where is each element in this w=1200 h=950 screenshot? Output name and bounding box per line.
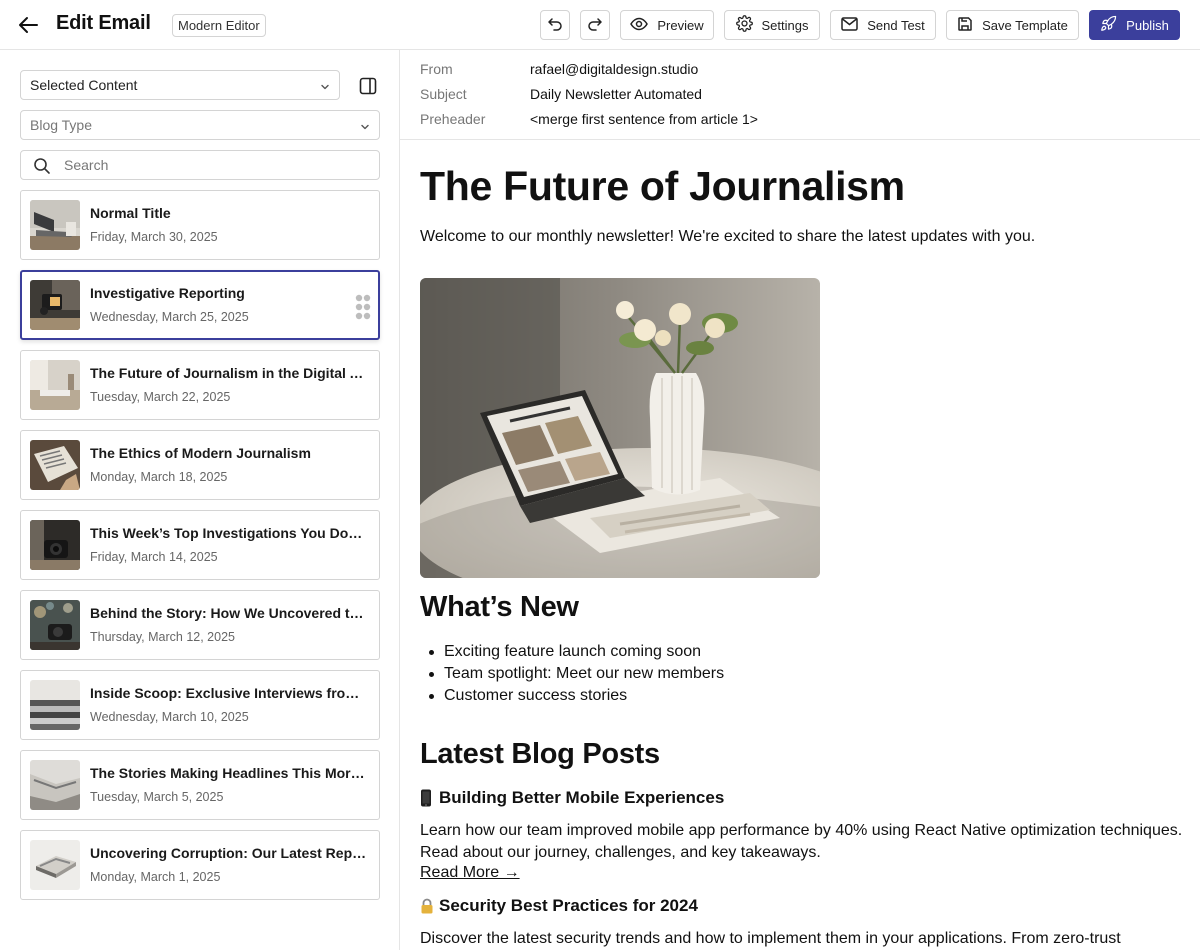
chevron-down-icon: [359, 120, 371, 136]
save-template-label: Save Template: [982, 17, 1068, 33]
eye-icon: [630, 17, 649, 34]
from-label: From: [420, 61, 453, 77]
desk-thumbnail: [30, 360, 80, 410]
camera-thumbnail: [30, 520, 80, 570]
magazines-thumbnail: [30, 680, 80, 730]
list-item[interactable]: The Future of Journalism in the Digital …: [20, 350, 380, 420]
save-template-button[interactable]: Save Template: [946, 10, 1079, 40]
book-thumbnail: [30, 840, 80, 890]
post-title-text: Building Better Mobile Experiences: [439, 788, 725, 807]
list-item[interactable]: Customer success stories: [420, 685, 724, 707]
preheader-label: Preheader: [420, 111, 486, 127]
list-item[interactable]: The Stories Making Headlines This Mornin…: [20, 750, 380, 820]
redo-button[interactable]: [580, 10, 610, 40]
lock-icon: [420, 898, 434, 914]
editor-badge: Modern Editor: [172, 14, 266, 37]
post-title-text: Security Best Practices for 2024: [439, 896, 698, 915]
camera-bokeh-thumbnail: [30, 600, 80, 650]
settings-button[interactable]: Settings: [724, 10, 820, 40]
email-heading[interactable]: The Future of Journalism: [420, 163, 905, 210]
subject-value[interactable]: Daily Newsletter Automated: [530, 86, 1130, 102]
list-item-title: Behind the Story: How We Uncovered the T…: [90, 605, 368, 621]
search-icon: [33, 157, 51, 180]
list-item[interactable]: Team spotlight: Meet our new members: [420, 663, 724, 685]
chevron-down-icon: [319, 80, 331, 96]
preheader-value[interactable]: <merge first sentence from article 1>: [530, 111, 1130, 127]
whats-new-list: Exciting feature launch coming soon Team…: [420, 641, 724, 707]
list-item-title: Inside Scoop: Exclusive Interviews from …: [90, 685, 368, 701]
list-item[interactable]: Inside Scoop: Exclusive Interviews from …: [20, 670, 380, 740]
content-select[interactable]: Selected Content: [20, 70, 340, 100]
list-item-title: The Stories Making Headlines This Mornin…: [90, 765, 368, 781]
preview-label: Preview: [657, 17, 704, 33]
laptop-thumbnail: [30, 200, 80, 250]
list-item-title: Uncovering Corruption: Our Latest Report: [90, 845, 368, 861]
content-sidebar: Selected Content Blog Type Normal Title …: [0, 50, 400, 950]
list-item-selected[interactable]: Investigative Reporting Wednesday, March…: [20, 270, 380, 340]
open-magazine-thumbnail: [30, 760, 80, 810]
list-item-title: The Future of Journalism in the Digital …: [90, 365, 368, 381]
undo-button[interactable]: [540, 10, 570, 40]
list-item-date: Tuesday, March 5, 2025: [90, 790, 224, 804]
from-value[interactable]: rafael@digitaldesign.studio: [530, 61, 1130, 77]
panel-toggle-icon[interactable]: [355, 75, 381, 97]
latest-blog-posts-heading[interactable]: Latest Blog Posts: [420, 738, 660, 771]
list-item-title: Investigative Reporting: [90, 285, 245, 301]
post-body[interactable]: Learn how our team improved mobile app p…: [420, 820, 1190, 864]
list-item-date: Wednesday, March 10, 2025: [90, 710, 249, 724]
list-item-title: The Ethics of Modern Journalism: [90, 445, 311, 461]
page-title: Edit Email: [56, 12, 151, 34]
list-item[interactable]: The Ethics of Modern Journalism Monday, …: [20, 430, 380, 500]
send-test-label: Send Test: [867, 17, 925, 33]
email-meta: From rafael@digitaldesign.studio Subject…: [400, 50, 1200, 140]
send-test-button[interactable]: Send Test: [830, 10, 936, 40]
publish-label: Publish: [1126, 17, 1169, 33]
email-canvas: The Future of Journalism Welcome to our …: [400, 141, 1200, 950]
blog-type-select[interactable]: Blog Type: [20, 110, 380, 140]
list-item-date: Wednesday, March 25, 2025: [90, 310, 249, 324]
list-item-title: Normal Title: [90, 205, 171, 221]
whats-new-heading[interactable]: What’s New: [420, 591, 579, 624]
gear-icon: [735, 15, 753, 35]
save-icon: [957, 16, 973, 35]
email-intro[interactable]: Welcome to our monthly newsletter! We're…: [420, 228, 1035, 246]
list-item-date: Friday, March 30, 2025: [90, 230, 218, 244]
list-item[interactable]: Normal Title Friday, March 30, 2025: [20, 190, 380, 260]
drag-handle-icon[interactable]: [355, 294, 371, 325]
list-item-date: Monday, March 1, 2025: [90, 870, 221, 884]
camera-screen-thumbnail: [30, 280, 80, 330]
list-item-date: Monday, March 18, 2025: [90, 470, 228, 484]
rocket-icon: [1100, 15, 1117, 35]
phone-icon: [420, 789, 434, 807]
preview-button[interactable]: Preview: [620, 10, 714, 40]
read-more-link[interactable]: Read More →: [420, 864, 520, 882]
list-item-date: Friday, March 14, 2025: [90, 550, 218, 564]
mail-icon: [841, 16, 858, 34]
post-body[interactable]: Discover the latest security trends and …: [420, 928, 1190, 950]
top-bar: Edit Email Modern Editor Preview Setting…: [0, 0, 1200, 50]
list-item[interactable]: Exciting feature launch coming soon: [420, 641, 724, 663]
newspaper-thumbnail: [30, 440, 80, 490]
post-title[interactable]: Building Better Mobile Experiences: [420, 788, 724, 808]
blog-type-select-value: Blog Type: [30, 117, 93, 133]
publish-button[interactable]: Publish: [1089, 10, 1180, 40]
settings-label: Settings: [761, 17, 809, 33]
redo-icon: [587, 16, 603, 35]
list-item[interactable]: Behind the Story: How We Uncovered the T…: [20, 590, 380, 660]
undo-icon: [547, 16, 563, 35]
list-item-date: Tuesday, March 22, 2025: [90, 390, 231, 404]
hero-image[interactable]: [420, 278, 820, 578]
list-item-date: Thursday, March 12, 2025: [90, 630, 235, 644]
back-arrow-icon[interactable]: [14, 12, 42, 38]
post-title[interactable]: Security Best Practices for 2024: [420, 896, 698, 916]
list-item[interactable]: Uncovering Corruption: Our Latest Report…: [20, 830, 380, 900]
content-select-value: Selected Content: [30, 77, 138, 93]
subject-label: Subject: [420, 86, 467, 102]
search-input[interactable]: [64, 155, 364, 175]
content-list: Normal Title Friday, March 30, 2025 Inve…: [20, 190, 380, 910]
search-box: [20, 150, 380, 180]
list-item[interactable]: This Week’s Top Investigations You Don’t…: [20, 510, 380, 580]
list-item-title: This Week’s Top Investigations You Don’t…: [90, 525, 368, 541]
